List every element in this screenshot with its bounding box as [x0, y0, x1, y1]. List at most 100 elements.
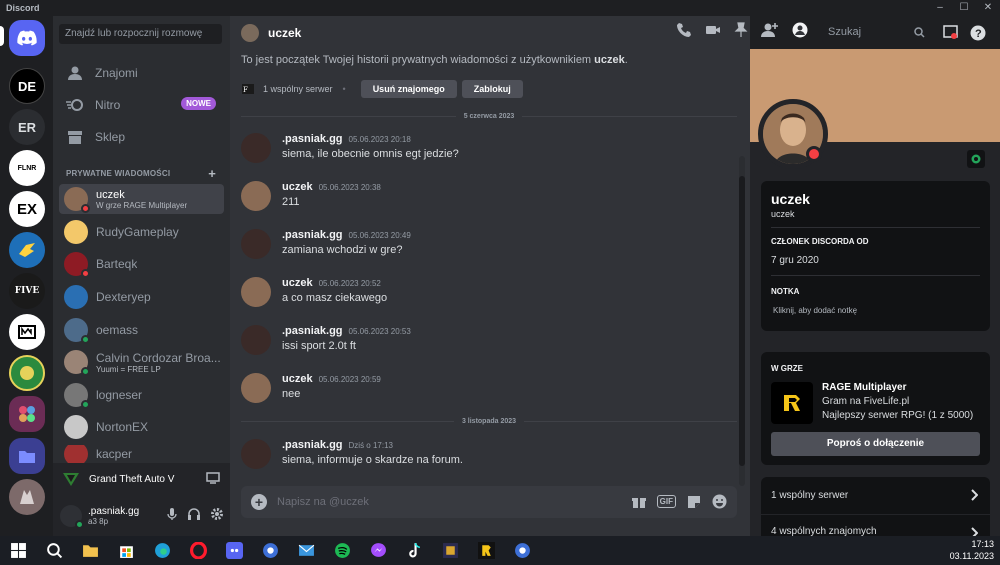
settings-gear-icon[interactable] [210, 507, 224, 521]
game-name: RAGE Multiplayer [822, 382, 907, 393]
server-ex[interactable]: EX [9, 191, 45, 227]
voice-call-icon[interactable] [676, 22, 692, 38]
scrollbar-thumb[interactable] [739, 176, 745, 466]
message-avatar[interactable] [241, 439, 271, 469]
home-button[interactable] [9, 20, 45, 56]
message-composer[interactable]: + Napisz na @uczek GIF [241, 486, 737, 518]
remove-friend-button[interactable]: Usuń znajomego [360, 80, 457, 98]
message-author[interactable]: .pasniak.gg [282, 325, 343, 337]
inbox-icon[interactable] [943, 25, 958, 40]
message-author[interactable]: uczek [282, 277, 313, 289]
minimize-button[interactable]: – [928, 0, 952, 16]
game-launcher-icon[interactable] [442, 542, 459, 559]
opera-icon[interactable] [190, 542, 207, 559]
chat-scrollbar[interactable] [739, 156, 745, 486]
tiktok-icon[interactable] [406, 542, 423, 559]
nav-shop[interactable]: Sklep [59, 123, 224, 151]
server-de[interactable]: DE [9, 68, 45, 104]
date-divider: 5 czerwca 2023 [241, 111, 737, 121]
box-logo-icon [18, 325, 36, 339]
dm-search-input[interactable]: Znajdź lub rozpocznij rozmowę [59, 24, 222, 44]
clock-date: 03.11.2023 [949, 551, 994, 561]
note-input[interactable]: Kliknij, aby dodać notkę [773, 306, 857, 315]
server-wolf[interactable] [9, 479, 45, 515]
add-friend-icon[interactable] [761, 22, 779, 38]
server-five[interactable]: FIVE [9, 273, 45, 309]
dm-item-calvin[interactable]: Calvin Cordozar Broa... Yuumi = FREE LP [59, 347, 224, 377]
stone-logo-icon [20, 366, 34, 380]
message-author[interactable]: uczek [282, 373, 313, 385]
message-author[interactable]: .pasniak.gg [282, 439, 343, 451]
message-author[interactable]: .pasniak.gg [282, 133, 343, 145]
message-avatar[interactable] [241, 373, 271, 403]
message-avatar[interactable] [241, 325, 271, 355]
nav-nitro[interactable]: Nitro NOWE [59, 91, 224, 119]
microsoft-store-icon[interactable] [118, 542, 135, 559]
mutual-servers-row[interactable]: 1 wspólny serwer [761, 477, 990, 514]
create-dm-button[interactable]: + [208, 166, 216, 181]
user-profile-icon[interactable] [792, 22, 808, 38]
edge-icon[interactable] [154, 542, 171, 559]
gif-button[interactable]: GIF [656, 495, 676, 508]
rage-mp-taskbar-icon[interactable] [478, 542, 495, 559]
date-label: 5 czerwca 2023 [463, 112, 515, 120]
server-eagle[interactable] [9, 232, 45, 268]
spotify-icon[interactable] [334, 542, 351, 559]
mutual-server-count[interactable]: 1 wspólny serwer [263, 84, 333, 94]
server-box[interactable] [9, 314, 45, 350]
block-button[interactable]: Zablokuj [461, 80, 523, 98]
server-stone[interactable] [9, 355, 45, 391]
nav-friends-label: Znajomi [95, 66, 138, 80]
dm-item-oemass[interactable]: oemass [59, 315, 224, 345]
dm-item-rudygameplay[interactable]: RudyGameplay [59, 217, 224, 247]
app-icon[interactable] [262, 542, 279, 559]
dm-item-barteqk[interactable]: Barteqk [59, 249, 224, 279]
server-multi[interactable] [9, 396, 45, 432]
close-button[interactable]: ✕ [976, 0, 1000, 16]
windows-start-icon[interactable] [10, 542, 27, 559]
system-clock[interactable]: 17:13 03.11.2023 [950, 538, 994, 562]
gift-icon[interactable] [631, 495, 646, 509]
search-icon[interactable] [46, 542, 63, 559]
message-avatar[interactable] [241, 229, 271, 259]
dm-item-logneser[interactable]: logneser [59, 380, 224, 410]
new-badge: NOWE [181, 97, 216, 110]
ask-to-join-button[interactable]: Poproś o dołączenie [771, 432, 980, 456]
nav-nitro-label: Nitro [95, 98, 121, 112]
message: uczek 05.06.2023 20:38 211 [241, 179, 741, 219]
discord-taskbar-icon[interactable] [226, 542, 243, 559]
headphones-icon[interactable] [187, 507, 201, 521]
dm-item-dexteryep[interactable]: Dexteryep [59, 282, 224, 312]
nav-friends[interactable]: Znajomi [59, 59, 224, 87]
server-folder[interactable] [9, 438, 45, 474]
search-input[interactable]: Szukaj [822, 23, 930, 43]
emoji-icon[interactable] [712, 494, 727, 509]
screen-share-icon[interactable] [206, 472, 220, 484]
server-er[interactable]: ER [9, 109, 45, 145]
help-icon[interactable]: ? [970, 25, 986, 41]
microphone-icon[interactable] [166, 507, 178, 521]
dm-item-uczek[interactable]: uczek W grze RAGE Multiplayer [59, 184, 224, 214]
file-explorer-icon[interactable] [82, 542, 99, 559]
server-flnr[interactable]: FLNR [9, 150, 45, 186]
dm-item-nortonex[interactable]: NortonEX [59, 412, 224, 442]
pin-icon[interactable] [734, 22, 748, 38]
message-avatar[interactable] [241, 277, 271, 307]
message-avatar[interactable] [241, 133, 271, 163]
divider [771, 227, 980, 228]
mutual-friends-row[interactable]: 4 wspólnych znajomych [761, 515, 990, 539]
message-author[interactable]: .pasniak.gg [282, 229, 343, 241]
attach-plus-button[interactable]: + [251, 494, 267, 510]
video-call-icon[interactable] [705, 23, 721, 37]
app-icon[interactable] [514, 542, 531, 559]
user-avatar[interactable] [60, 504, 84, 529]
message-text: siema, informuje o skardze na forum. [282, 454, 463, 466]
message-avatar[interactable] [241, 181, 271, 211]
sticker-icon[interactable] [687, 495, 701, 509]
message-author[interactable]: uczek [282, 181, 313, 193]
maximize-button[interactable]: ☐ [952, 0, 976, 16]
dm-item-kacper[interactable]: kacper [59, 445, 224, 463]
message-input[interactable]: Napisz na @uczek [277, 496, 369, 508]
messenger-icon[interactable] [370, 542, 387, 559]
mail-icon[interactable] [298, 542, 315, 559]
